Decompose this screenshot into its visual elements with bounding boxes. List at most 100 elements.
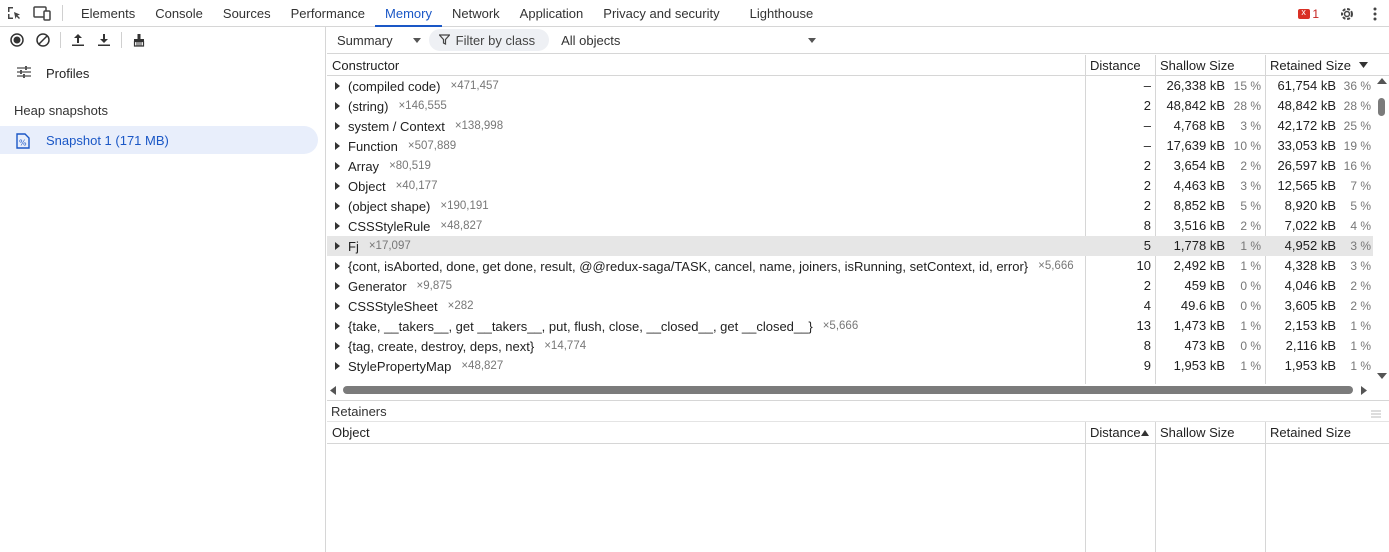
constructor-name: {tag, create, destroy, deps, next} [348,338,535,354]
retained-size-value: 2,153 kB [1284,318,1336,333]
more-options-icon[interactable] [1361,0,1389,27]
retained-size-percent: 16 % [1343,159,1371,173]
row-constructor: system / Context ×138,998 [335,116,503,136]
expand-triangle-icon[interactable] [335,162,340,170]
expand-triangle-icon[interactable] [335,202,340,210]
col-constructor[interactable]: Constructor [332,55,399,75]
column-divider [1155,55,1156,76]
filter-label: Filter by class [455,32,536,48]
distance-value: 2 [1143,198,1151,213]
retained-size-percent: 1 % [1350,319,1371,333]
col-distance[interactable]: Distance [1090,422,1141,443]
row-constructor: Fj ×17,097 [335,236,411,256]
expand-triangle-icon[interactable] [335,222,340,230]
objects-select[interactable]: All objects [549,33,817,48]
load-profile-icon[interactable] [65,27,91,53]
shallow-size-value: 49.6 kB [1180,298,1225,313]
expand-triangle-icon[interactable] [335,282,340,290]
tab-lighthouse[interactable]: Lighthouse [740,0,824,27]
retained-size-value: 1,953 kB [1284,358,1336,373]
table-row[interactable]: (object shape) ×190,191 2 8,852 kB 5 % 8,920 … [327,196,1373,216]
shallow-size-percent: 2 % [1240,159,1261,173]
table-row[interactable]: {take, __takers__, get __takers__, put, … [327,316,1373,336]
table-row[interactable]: StylePropertyMap ×48,827 9 1,953 kB 1 % 1,953… [327,356,1373,376]
settings-gear-icon[interactable] [1333,0,1361,27]
expand-triangle-icon[interactable] [335,342,340,350]
expand-triangle-icon[interactable] [335,322,340,330]
expand-triangle-icon[interactable] [335,182,340,190]
tab-sources[interactable]: Sources [213,0,281,27]
table-row[interactable]: Fj ×17,097 5 1,778 kB 1 % 4,952 kB 3 % [327,236,1373,256]
issues-counter[interactable]: 1 [1298,7,1319,21]
row-constructor: CSSStyleRule ×48,827 [335,216,482,236]
retained-size-value: 8,920 kB [1284,198,1336,213]
snapshot-item[interactable]: % Snapshot 1 (171 MB) [0,126,318,154]
horizontal-scrollbar[interactable] [327,384,1389,396]
tab-privacy-security[interactable]: Privacy and security [593,0,729,27]
retained-size-value: 33,053 kB [1277,138,1336,153]
inspect-element-icon[interactable] [0,0,28,27]
view-select[interactable]: Summary [327,33,421,48]
shallow-size-value: 2,492 kB [1173,258,1225,273]
table-row[interactable]: {cont, isAborted, done, get done, result… [327,256,1373,276]
drag-handle-icon[interactable] [1371,406,1381,421]
col-shallow-size[interactable]: Shallow Size [1160,55,1234,75]
table-row[interactable]: CSSStyleSheet ×282 4 49.6 kB 0 % 3,605 kB 2 % [327,296,1373,316]
row-constructor: {cont, isAborted, done, get done, result… [335,256,1074,276]
expand-triangle-icon[interactable] [335,302,340,310]
sort-ascending-icon[interactable] [1141,422,1149,443]
constructor-name: Generator [348,278,407,294]
col-retained-size[interactable]: Retained Size [1270,55,1351,75]
retained-size-value: 2,116 kB [1285,338,1336,353]
table-row[interactable]: Object ×40,177 2 4,463 kB 3 % 12,565 kB 7 % [327,176,1373,196]
expand-triangle-icon[interactable] [335,242,340,250]
col-retained-size[interactable]: Retained Size [1270,422,1351,443]
table-row[interactable]: Generator ×9,875 2 459 kB 0 % 4,046 kB 2 % [327,276,1373,296]
expand-triangle-icon[interactable] [335,362,340,370]
distance-value: 2 [1143,178,1151,193]
horizontal-scroll-thumb[interactable] [343,386,1353,394]
table-row[interactable]: Function ×507,889 –17,639 kB 10 % 33,053 kB 1… [327,136,1373,156]
expand-triangle-icon[interactable] [335,262,340,270]
vertical-scrollbar[interactable] [1375,76,1389,381]
table-row[interactable]: {tag, create, destroy, deps, next} ×14,77… [327,336,1373,356]
distance-value: 2 [1143,158,1151,173]
col-distance[interactable]: Distance [1090,55,1141,75]
instance-count: ×17,097 [368,240,411,252]
table-row[interactable]: (string) ×146,555 2 48,842 kB 28 % 48,842 kB 2… [327,96,1373,116]
device-toolbar-icon[interactable] [28,0,56,27]
collect-garbage-icon[interactable] [126,27,152,53]
expand-triangle-icon[interactable] [335,142,340,150]
record-icon[interactable] [4,27,30,53]
instance-count: ×80,519 [389,160,431,172]
col-object[interactable]: Object [332,422,370,443]
expand-triangle-icon[interactable] [335,82,340,90]
tab-elements[interactable]: Elements [71,0,145,27]
profiles-sidebar: Profiles Heap snapshots % Snapshot 1 (17… [0,27,326,552]
instance-count: ×5,666 [822,320,859,332]
vertical-scroll-thumb[interactable] [1378,98,1385,116]
shallow-size-percent: 0 % [1240,299,1261,313]
column-divider [1155,422,1156,552]
instance-count: ×507,889 [407,140,457,152]
clear-icon[interactable] [30,27,56,53]
shallow-size-percent: 10 % [1233,139,1261,153]
table-row[interactable]: CSSStyleRule ×48,827 8 3,516 kB 2 % 7,022 kB 4… [327,216,1373,236]
expand-triangle-icon[interactable] [335,122,340,130]
save-profile-icon[interactable] [91,27,117,53]
tab-memory[interactable]: Memory [375,0,442,27]
table-row[interactable]: system / Context ×138,998 – 4,768 kB 3 % 42,1… [327,116,1373,136]
tab-performance[interactable]: Performance [281,0,375,27]
table-row[interactable]: Array ×80,519 2 3,654 kB 2 % 26,597 kB 16 % [327,156,1373,176]
sort-descending-icon[interactable] [1359,55,1368,75]
tab-application[interactable]: Application [510,0,594,27]
table-row[interactable]: (compiled code) ×471,457 –26,338 kB 15 % 61,… [327,76,1373,96]
expand-triangle-icon[interactable] [335,102,340,110]
col-shallow-size[interactable]: Shallow Size [1160,422,1234,443]
tab-console[interactable]: Console [145,0,213,27]
retained-size-percent: 7 % [1350,179,1371,193]
retained-size-percent: 4 % [1350,219,1371,233]
tab-network[interactable]: Network [442,0,510,27]
filter-by-class-button[interactable]: Filter by class [428,29,550,51]
retained-size-percent: 19 % [1343,139,1371,153]
